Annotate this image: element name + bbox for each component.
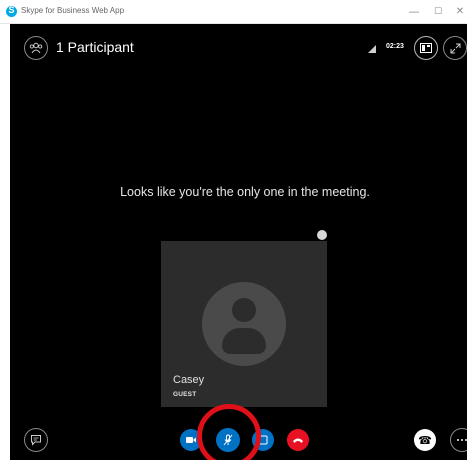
app-title: Skype for Business Web App bbox=[21, 6, 125, 15]
close-button[interactable]: ✕ bbox=[451, 3, 467, 21]
video-camera-icon bbox=[186, 437, 196, 443]
participant-role: GUEST bbox=[173, 391, 197, 398]
empty-meeting-message: Looks like you're the only one in the me… bbox=[120, 185, 370, 199]
phone-button[interactable]: ☎ bbox=[414, 429, 436, 451]
annotation-highlight-ring bbox=[197, 404, 261, 460]
expand-icon bbox=[450, 43, 460, 53]
participants-icon bbox=[29, 42, 43, 54]
hang-up-icon bbox=[293, 438, 303, 443]
participant-tile: Casey GUEST bbox=[161, 241, 327, 407]
phone-icon: ☎ bbox=[418, 433, 432, 447]
skype-logo-icon bbox=[6, 5, 17, 17]
more-options-icon bbox=[457, 439, 467, 441]
person-placeholder-icon bbox=[202, 282, 286, 366]
layout-icon bbox=[420, 43, 432, 53]
fullscreen-button[interactable] bbox=[443, 36, 467, 60]
tile-pin-icon[interactable] bbox=[317, 230, 327, 240]
minimize-button[interactable]: — bbox=[405, 3, 423, 21]
meeting-stage: 1 Participant 02:23 Looks like you're th… bbox=[10, 24, 467, 460]
chat-icon bbox=[31, 435, 41, 446]
layout-button[interactable] bbox=[414, 36, 438, 60]
participants-button[interactable] bbox=[24, 36, 48, 60]
call-timer: 02:23 bbox=[386, 43, 404, 50]
window-titlebar: Skype for Business Web App — ☐ ✕ bbox=[0, 0, 467, 24]
participant-count: 1 Participant bbox=[56, 39, 134, 55]
hang-up-button[interactable] bbox=[287, 429, 309, 451]
participant-name: Casey bbox=[173, 374, 205, 386]
more-options-button[interactable] bbox=[450, 428, 467, 452]
network-quality-icon bbox=[368, 45, 376, 53]
chat-button[interactable] bbox=[24, 428, 48, 452]
maximize-button[interactable]: ☐ bbox=[429, 3, 447, 21]
